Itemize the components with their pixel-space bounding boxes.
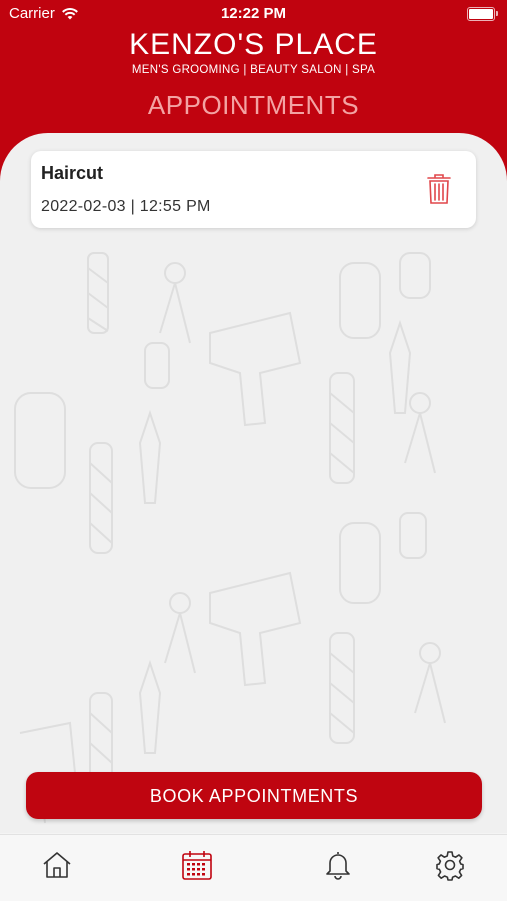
calendar-icon[interactable] (181, 849, 213, 881)
brand-name: KENZO'S PLACE (129, 28, 378, 61)
appointment-card[interactable]: Haircut 2022-02-03 | 12:55 PM (31, 151, 476, 228)
brand: KENZO'S PLACE MEN'S GROOMING | BEAUTY SA… (0, 28, 507, 76)
delete-trash-icon[interactable] (427, 173, 451, 205)
barber-pattern-background (14, 252, 446, 824)
status-bar: Carrier 12:22 PM (0, 0, 507, 28)
book-appointments-button[interactable]: BOOK APPOINTMENTS (26, 772, 482, 819)
appointment-service: Haircut (41, 163, 104, 183)
home-icon[interactable] (41, 849, 73, 881)
page-title: APPOINTMENTS (147, 90, 360, 120)
content-area[interactable]: Haircut 2022-02-03 | 12:55 PM (0, 133, 507, 833)
tab-bar (0, 834, 507, 901)
appointment-datetime: 2022-02-03 | 12:55 PM (41, 198, 211, 215)
brand-tagline: MEN'S GROOMING | BEAUTY SALON | SPA (131, 64, 376, 76)
battery-icon (467, 7, 498, 21)
bell-icon[interactable] (322, 849, 354, 881)
status-time: 12:22 PM (220, 5, 287, 22)
gear-icon[interactable] (434, 849, 466, 881)
